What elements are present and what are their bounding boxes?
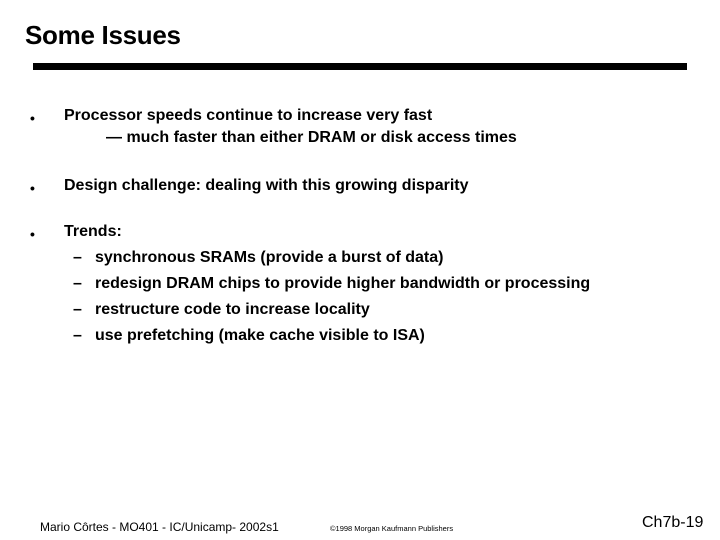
title-divider <box>33 63 687 70</box>
bullet-text: Processor speeds continue to increase ve… <box>64 107 433 124</box>
subitem-text: restructure code to increase locality <box>95 301 370 318</box>
bullet-text: Trends: <box>64 223 122 240</box>
slide-title: Some Issues <box>25 20 181 50</box>
subitem-text: redesign DRAM chips to provide higher ba… <box>95 275 591 292</box>
bullet-continuation: — much faster than either DRAM or disk a… <box>106 129 517 146</box>
subitem-marker: – <box>73 275 82 292</box>
subitem-marker: – <box>73 249 82 266</box>
subitem-text: synchronous SRAMs (provide a burst of da… <box>95 249 444 266</box>
subitem-marker: – <box>73 301 82 318</box>
footer-author: Mario Côrtes - MO401 - IC/Unicamp- 2002s… <box>40 520 279 534</box>
bullet-marker: • <box>30 180 35 196</box>
subitem-text: use prefetching (make cache visible to I… <box>95 327 425 344</box>
bullet-marker: • <box>30 226 35 242</box>
footer-copyright: ©1998 Morgan Kaufmann Publishers <box>330 524 454 533</box>
bullet-marker: • <box>30 110 35 126</box>
slide-number: Ch7b-19 <box>642 514 704 531</box>
bullet-text: Design challenge: dealing with this grow… <box>64 177 469 194</box>
subitem-marker: – <box>73 327 82 344</box>
